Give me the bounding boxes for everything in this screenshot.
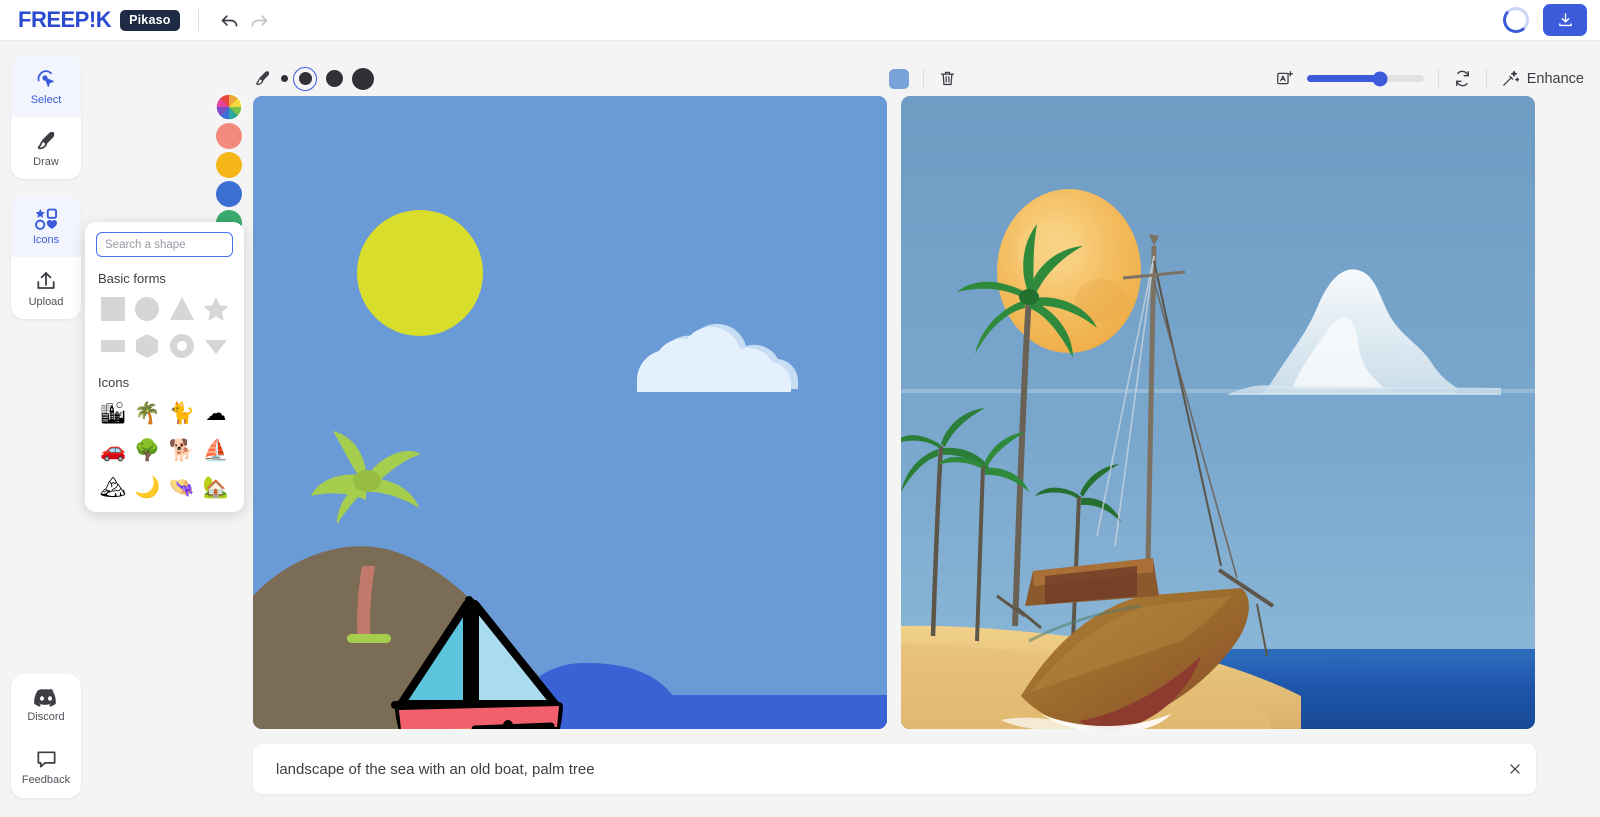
brand-wordmark: FREEP!K <box>18 7 112 32</box>
shape-circle[interactable] <box>130 294 164 324</box>
icon-house[interactable]: 🏡 <box>199 472 233 502</box>
shape-search-field[interactable] <box>96 232 259 257</box>
rail-group-primary: Select Draw <box>11 55 81 179</box>
left-tool-rail: Select Draw Icons Upload <box>11 55 81 319</box>
left-rail-bottom: Discord Feedback <box>11 674 81 798</box>
sidebar-item-label: Discord <box>27 710 65 723</box>
top-bar: FREEP!K Pikaso <box>0 0 1600 41</box>
icon-cat[interactable]: 🐈 <box>165 398 199 428</box>
sidebar-item-draw[interactable]: Draw <box>11 117 81 179</box>
generated-horizon-haze <box>901 389 1535 393</box>
generated-image-content <box>901 96 1535 729</box>
shapes-icons-icon <box>34 208 57 230</box>
drawing-canvas-content <box>253 96 887 729</box>
redo-button[interactable] <box>245 5 275 35</box>
drawn-sun <box>357 210 483 336</box>
paintbrush-icon <box>37 131 55 149</box>
shapes-panel: Basic forms Icons 🏙 🌴 🐈 ☁ 🚗 <box>85 222 259 512</box>
swatch-salmon[interactable] <box>216 123 242 149</box>
shape-rectangle[interactable] <box>96 331 130 361</box>
canvas-toolbar: Enhance <box>248 60 1592 97</box>
slider-fill <box>1306 75 1381 82</box>
close-icon <box>1510 764 1520 774</box>
icon-city-buildings[interactable]: 🏙 <box>96 398 130 428</box>
icon-sailboat[interactable]: ⛵ <box>199 435 233 465</box>
icon-dog[interactable]: 🐕 <box>165 435 199 465</box>
icons-heading: Icons <box>98 375 130 390</box>
brush-size-xs[interactable] <box>281 75 288 82</box>
shape-square[interactable] <box>96 294 130 324</box>
brush-size-m[interactable] <box>326 70 343 87</box>
brush-size-s <box>298 72 312 85</box>
sidebar-item-label: Feedback <box>21 774 71 786</box>
refresh-icon[interactable] <box>1453 69 1472 88</box>
icon-tree[interactable]: 🌳 <box>130 435 164 465</box>
redo-arrow-icon <box>251 14 268 27</box>
drawing-canvas[interactable] <box>253 96 887 729</box>
icon-car[interactable]: 🚗 <box>96 435 130 465</box>
icon-crescent-moon[interactable]: 🌙 <box>130 472 164 502</box>
icon-palm-tree[interactable]: 🌴 <box>130 398 164 428</box>
magic-wand-icon <box>1502 70 1520 86</box>
icon-mountain[interactable]: 🏔 <box>96 472 130 502</box>
top-bar-actions <box>1503 4 1600 36</box>
current-color-swatch[interactable] <box>889 68 909 89</box>
enhance-label: Enhance <box>1526 70 1584 87</box>
download-button[interactable] <box>1543 4 1587 36</box>
trash-icon[interactable] <box>938 69 957 88</box>
brush-size-l[interactable] <box>352 67 374 90</box>
toolbar-divider <box>197 9 199 31</box>
icon-cloud[interactable]: ☁ <box>199 398 233 428</box>
cursor-select-icon <box>37 69 54 87</box>
undo-arrow-icon <box>221 14 238 27</box>
generated-image[interactable] <box>901 96 1535 729</box>
ai-strength-slider[interactable] <box>1306 71 1424 86</box>
brush-size-s-selected[interactable] <box>293 66 317 91</box>
canvas-toolbar-right: Enhance <box>1275 69 1592 88</box>
sidebar-item-label: Upload <box>28 295 64 308</box>
sidebar-item-select[interactable]: Select <box>11 55 81 117</box>
shape-hexagon[interactable] <box>130 331 164 361</box>
sidebar-item-discord[interactable]: Discord <box>11 674 81 736</box>
download-icon <box>1558 12 1572 26</box>
basic-forms-grid <box>96 294 233 361</box>
loading-spinner-icon <box>1503 7 1529 33</box>
prompt-input[interactable] <box>253 760 1494 778</box>
slider-handle[interactable] <box>1372 71 1388 86</box>
clear-prompt-button[interactable] <box>1494 744 1536 794</box>
shape-donut[interactable] <box>165 331 199 361</box>
toolbar-divider <box>923 69 924 88</box>
shape-triangle-down[interactable] <box>199 331 233 361</box>
sidebar-item-icons[interactable]: Icons <box>11 195 81 257</box>
paintbrush-icon[interactable] <box>253 69 272 88</box>
icons-grid: 🏙 🌴 🐈 ☁ 🚗 🌳 🐕 ⛵ 🏔 🌙 👒 🏡 <box>96 398 233 502</box>
toolbar-divider <box>1485 69 1487 88</box>
sidebar-item-label: Icons <box>32 233 60 246</box>
prompt-bar <box>253 744 1536 794</box>
sidebar-item-feedback[interactable]: Feedback <box>11 736 81 798</box>
undo-button[interactable] <box>215 5 245 35</box>
icon-hat[interactable]: 👒 <box>165 472 199 502</box>
upload-icon <box>37 271 55 289</box>
sidebar-item-label: Draw <box>33 155 59 168</box>
brand-product-tag: Pikaso <box>120 9 180 31</box>
sidebar-item-upload[interactable]: Upload <box>11 257 81 319</box>
basic-forms-heading: Basic forms <box>98 271 166 286</box>
speech-bubble-icon <box>36 751 56 768</box>
rail-group-links: Discord Feedback <box>11 674 81 798</box>
shape-triangle[interactable] <box>165 294 199 324</box>
search-input[interactable] <box>105 238 259 251</box>
rail-group-secondary: Icons Upload <box>11 195 81 319</box>
shape-star[interactable] <box>199 294 233 324</box>
toolbar-divider <box>1437 69 1439 88</box>
color-palette <box>215 93 243 233</box>
swatch-gold[interactable] <box>216 152 242 178</box>
discord-icon <box>34 688 56 707</box>
sidebar-item-label: Select <box>30 93 62 106</box>
brand-logo[interactable]: FREEP!K Pikaso <box>0 7 180 33</box>
ai-add-icon[interactable] <box>1275 69 1294 88</box>
enhance-button[interactable]: Enhance <box>1501 69 1584 88</box>
swatch-blue[interactable] <box>216 181 242 207</box>
